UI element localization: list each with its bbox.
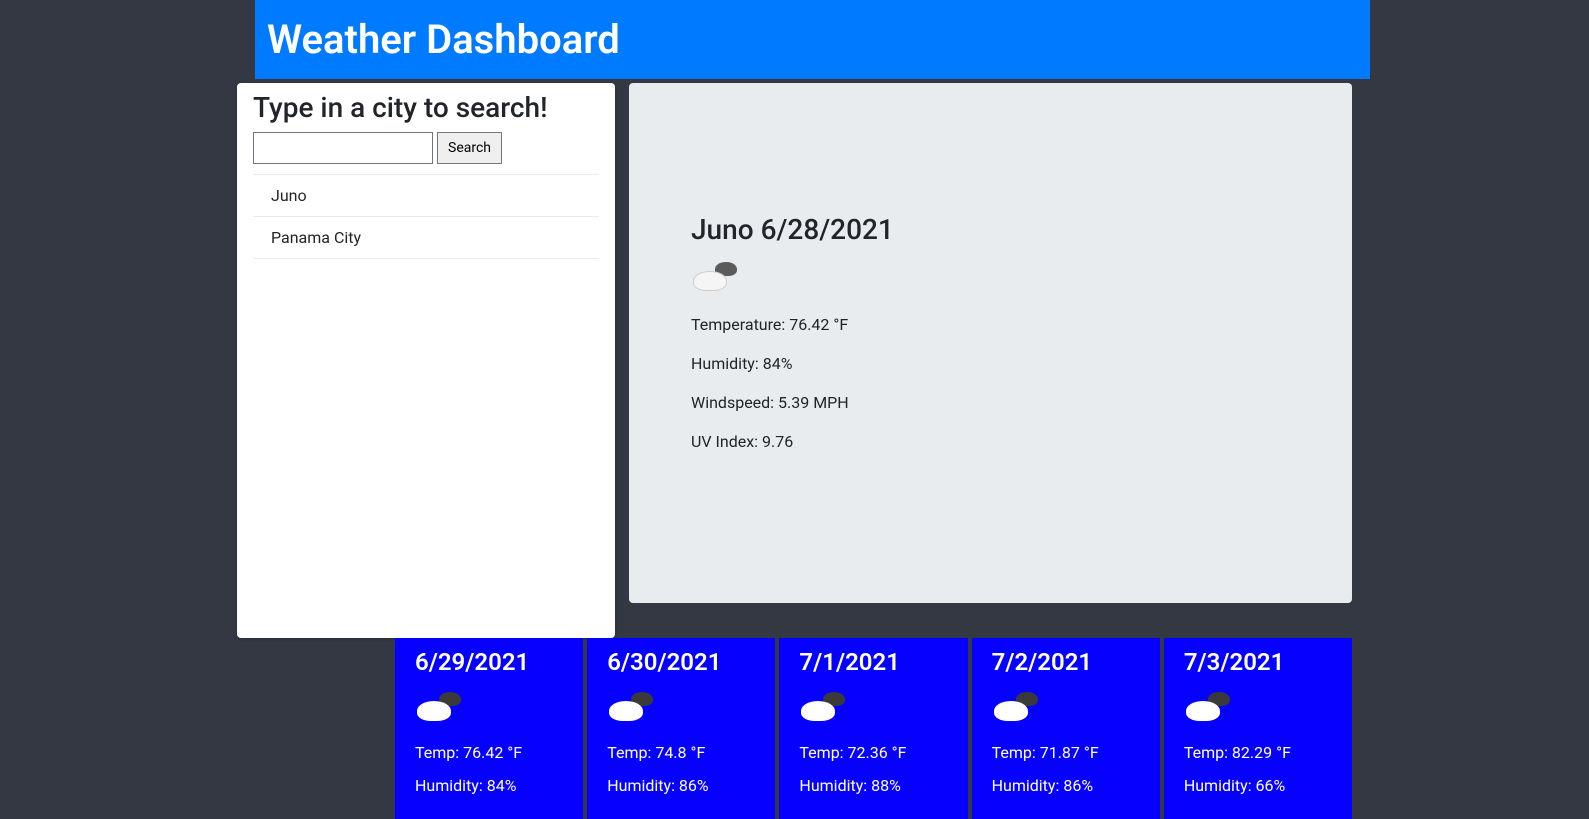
cloud-icon bbox=[415, 690, 465, 725]
forecast-card: 7/1/2021 Temp: 72.36 °F Humidity: 88% bbox=[779, 638, 967, 819]
cloud-icon bbox=[992, 690, 1042, 725]
forecast-date: 6/29/2021 bbox=[415, 648, 563, 676]
forecast-temp: Temp: 72.36 °F bbox=[799, 743, 947, 762]
cloud-icon bbox=[607, 690, 657, 725]
forecast-humidity: Humidity: 86% bbox=[607, 776, 755, 795]
search-sidebar: Type in a city to search! Search Juno Pa… bbox=[237, 83, 615, 638]
search-row: Search bbox=[253, 132, 599, 175]
forecast-temp: Temp: 71.87 °F bbox=[992, 743, 1140, 762]
history-item-juno[interactable]: Juno bbox=[253, 175, 599, 217]
forecast-card: 7/3/2021 Temp: 82.29 °F Humidity: 66% bbox=[1164, 638, 1352, 819]
cloud-icon bbox=[799, 690, 849, 725]
forecast-humidity: Humidity: 66% bbox=[1184, 776, 1332, 795]
forecast-card: 6/30/2021 Temp: 74.8 °F Humidity: 86% bbox=[587, 638, 775, 819]
current-temperature: Temperature: 76.42 °F bbox=[691, 315, 1290, 334]
forecast-date: 7/2/2021 bbox=[992, 648, 1140, 676]
forecast-date: 6/30/2021 bbox=[607, 648, 755, 676]
current-weather-panel: Juno 6/28/2021 Temperature: 76.42 °F Hum… bbox=[629, 83, 1352, 603]
forecast-row: 6/29/2021 Temp: 76.42 °F Humidity: 84% 6… bbox=[395, 638, 1352, 819]
current-humidity: Humidity: 84% bbox=[691, 354, 1290, 373]
forecast-temp: Temp: 74.8 °F bbox=[607, 743, 755, 762]
page-title: Weather Dashboard bbox=[267, 16, 1358, 63]
forecast-card: 7/2/2021 Temp: 71.87 °F Humidity: 86% bbox=[972, 638, 1160, 819]
forecast-temp: Temp: 82.29 °F bbox=[1184, 743, 1332, 762]
forecast-date: 7/3/2021 bbox=[1184, 648, 1332, 676]
forecast-temp: Temp: 76.42 °F bbox=[415, 743, 563, 762]
search-heading: Type in a city to search! bbox=[253, 91, 599, 124]
forecast-date: 7/1/2021 bbox=[799, 648, 947, 676]
current-windspeed: Windspeed: 5.39 MPH bbox=[691, 393, 1290, 412]
history-item-panama-city[interactable]: Panama City bbox=[253, 217, 599, 259]
forecast-humidity: Humidity: 88% bbox=[799, 776, 947, 795]
app-container: Weather Dashboard Type in a city to sear… bbox=[237, 0, 1352, 819]
current-uv-index: UV Index: 9.76 bbox=[691, 432, 1290, 451]
search-history-list: Juno Panama City bbox=[253, 175, 599, 259]
forecast-humidity: Humidity: 84% bbox=[415, 776, 563, 795]
cloud-icon bbox=[691, 260, 741, 295]
forecast-card: 6/29/2021 Temp: 76.42 °F Humidity: 84% bbox=[395, 638, 583, 819]
main-row: Type in a city to search! Search Juno Pa… bbox=[237, 79, 1352, 638]
header-bar: Weather Dashboard bbox=[255, 0, 1370, 79]
current-city-date: Juno 6/28/2021 bbox=[691, 213, 1290, 246]
city-search-input[interactable] bbox=[253, 132, 433, 164]
forecast-humidity: Humidity: 86% bbox=[992, 776, 1140, 795]
search-button[interactable]: Search bbox=[437, 132, 502, 164]
cloud-icon bbox=[1184, 690, 1234, 725]
